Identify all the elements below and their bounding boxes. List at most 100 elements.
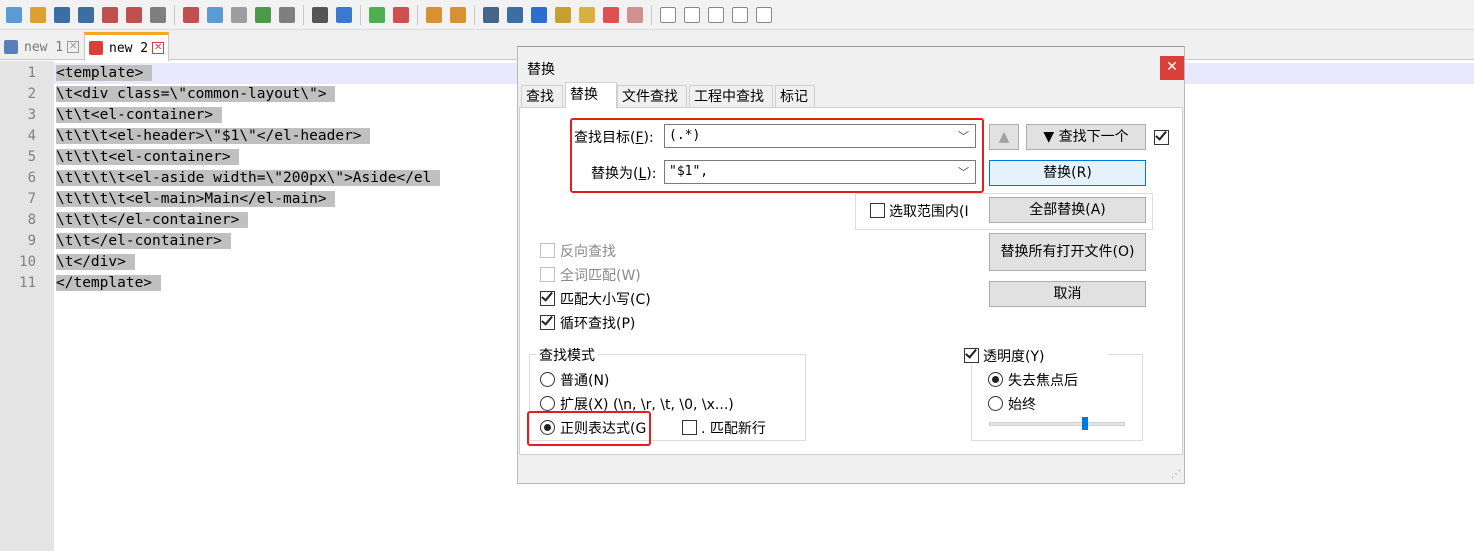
show-all-button[interactable] — [504, 4, 526, 26]
replace-all-open-button[interactable]: 替换所有打开文件(O) — [989, 233, 1146, 271]
tab-find[interactable]: 查找 — [521, 85, 563, 107]
close-all-button[interactable] — [123, 4, 145, 26]
tab-find-in-files[interactable]: 文件查找 — [617, 85, 687, 107]
line-number: 2 — [27, 86, 36, 102]
always-label: 始终 — [1008, 397, 1036, 413]
mode-normal-label: 普通(N) — [560, 373, 610, 389]
folder-workspace-icon — [603, 6, 619, 23]
doc-map-icon — [555, 6, 571, 23]
whole-word-checkbox[interactable] — [540, 267, 555, 282]
transparency-slider-thumb[interactable] — [1082, 417, 1088, 430]
print-icon — [150, 6, 166, 23]
cancel-button[interactable]: 取消 — [989, 281, 1146, 307]
play-button[interactable] — [705, 4, 727, 26]
find-previous-button[interactable]: ▲ — [989, 124, 1019, 150]
save-all-button[interactable] — [75, 4, 97, 26]
code-line: \t\t\t\t<el-main>Main</el-main> — [56, 191, 336, 207]
mode-extended-radio[interactable] — [540, 396, 555, 411]
backward-checkbox[interactable] — [540, 243, 555, 258]
tab-label: new 2 — [109, 40, 149, 56]
undo-button[interactable] — [252, 4, 274, 26]
zoom-out-button[interactable] — [390, 4, 412, 26]
highlight-box — [527, 411, 651, 446]
print-button[interactable] — [147, 4, 169, 26]
resize-grip-icon[interactable]: ⋰ — [1171, 469, 1183, 481]
transparency-checkbox[interactable] — [964, 346, 979, 363]
dot-newline-label: . 匹配新行 — [701, 421, 766, 437]
new-file-icon — [6, 6, 22, 23]
indent-guide-button[interactable] — [528, 4, 550, 26]
code-line: \t<div class=\"common-layout\"> — [56, 86, 336, 102]
wrap-around-label: 循环查找(P) — [560, 316, 636, 332]
tab-replace[interactable]: 替换 — [565, 82, 617, 108]
replace-button[interactable] — [333, 4, 355, 26]
save-icon — [4, 40, 18, 54]
cut-button[interactable] — [180, 4, 202, 26]
search-mode-title: 查找模式 — [536, 345, 598, 365]
word-wrap-icon — [483, 6, 499, 23]
code-line: \t\t\t</el-container> — [56, 212, 249, 228]
record-icon — [660, 6, 676, 23]
find-button[interactable] — [309, 4, 331, 26]
undo-icon — [255, 6, 271, 23]
monitor-button[interactable] — [624, 4, 646, 26]
copy-button[interactable] — [204, 4, 226, 26]
sync-v-icon — [426, 6, 442, 23]
sync-h-button[interactable] — [447, 4, 469, 26]
close-icon — [102, 6, 118, 23]
save-macro-button[interactable] — [753, 4, 775, 26]
line-number: 6 — [27, 170, 36, 186]
save-button[interactable] — [51, 4, 73, 26]
save-all-icon — [78, 6, 94, 23]
tab-new-1[interactable]: new 1 ✕ — [0, 34, 83, 60]
always-radio[interactable] — [988, 396, 1003, 411]
redo-button[interactable] — [276, 4, 298, 26]
save-macro-icon — [756, 6, 772, 23]
word-wrap-button[interactable] — [480, 4, 502, 26]
find-next-checkbox[interactable] — [1154, 128, 1169, 145]
doc-map-button[interactable] — [552, 4, 574, 26]
paste-button[interactable] — [228, 4, 250, 26]
wrap-around-checkbox[interactable] — [540, 313, 555, 330]
folder-workspace-button[interactable] — [600, 4, 622, 26]
tab-new-2[interactable]: new 2 ✕ — [84, 32, 170, 61]
backward-label: 反向查找 — [560, 244, 616, 260]
stop-button[interactable] — [681, 4, 703, 26]
zoom-in-icon — [369, 6, 385, 23]
replace-icon — [336, 6, 352, 23]
paste-icon — [231, 6, 247, 23]
close-all-icon — [126, 6, 142, 23]
dot-newline-checkbox[interactable] — [682, 420, 697, 435]
open-file-button[interactable] — [27, 4, 49, 26]
match-case-checkbox[interactable] — [540, 289, 555, 306]
code-line: \t\t\t\t<el-aside width=\"200px\">Aside<… — [56, 170, 441, 186]
lose-focus-radio[interactable] — [988, 372, 1003, 387]
tab-find-in-project[interactable]: 工程中查找 — [689, 85, 773, 107]
find-icon — [312, 6, 328, 23]
line-number-gutter: 1 2 3 4 5 6 7 8 9 10 11 — [0, 61, 54, 551]
record-button[interactable] — [657, 4, 679, 26]
find-next-button[interactable]: ▼ 查找下一个 — [1026, 124, 1146, 150]
function-list-button[interactable] — [576, 4, 598, 26]
replace-button[interactable]: 替换(R) — [989, 160, 1146, 186]
lose-focus-label: 失去焦点后 — [1008, 373, 1078, 389]
line-number: 11 — [19, 275, 36, 291]
close-icon[interactable]: ✕ — [67, 41, 80, 53]
new-file-button[interactable] — [3, 4, 25, 26]
mode-normal-radio[interactable] — [540, 372, 555, 387]
tab-label: new 1 — [24, 39, 64, 55]
tab-mark[interactable]: 标记 — [775, 85, 815, 107]
close-button[interactable] — [99, 4, 121, 26]
transparency-slider-track[interactable] — [989, 422, 1125, 426]
run-multiple-button[interactable] — [729, 4, 751, 26]
zoom-out-icon — [393, 6, 409, 23]
sync-v-button[interactable] — [423, 4, 445, 26]
stop-icon — [684, 6, 700, 23]
replace-all-button[interactable]: 全部替换(A) — [989, 197, 1146, 223]
zoom-in-button[interactable] — [366, 4, 388, 26]
dialog-close-button[interactable]: ✕ — [1160, 56, 1184, 80]
transparency-label: 透明度(Y) — [983, 349, 1045, 365]
in-selection-checkbox[interactable] — [870, 203, 885, 218]
code-line: \t\t<el-container> — [56, 107, 222, 123]
close-icon[interactable]: ✕ — [152, 42, 165, 54]
